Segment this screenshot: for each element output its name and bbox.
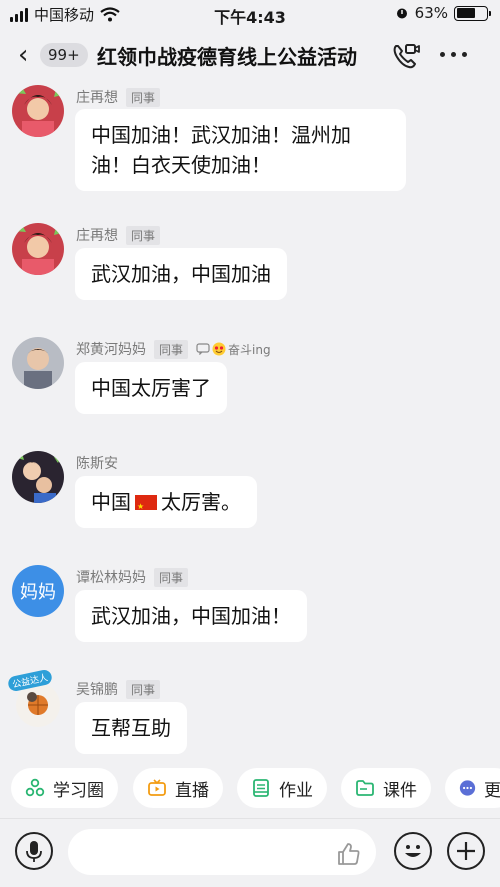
chip-label: 学习圈 bbox=[53, 780, 104, 801]
china-flag-icon bbox=[135, 492, 157, 522]
chip-live[interactable]: 直播 bbox=[133, 768, 223, 808]
sender-row: 吴锦鹏 同事 bbox=[76, 679, 161, 699]
role-tag: 同事 bbox=[154, 567, 189, 587]
sender-row: 庄再想 同事 bbox=[76, 87, 161, 107]
battery-fill bbox=[456, 8, 475, 18]
avatar[interactable] bbox=[12, 223, 64, 275]
chip-label: 作业 bbox=[279, 780, 313, 801]
avatar[interactable]: 公益达人 bbox=[6, 668, 64, 729]
sender-name: 庄再想 bbox=[76, 228, 118, 244]
message-input[interactable] bbox=[68, 829, 376, 875]
sender-row: 庄再想 同事 bbox=[76, 225, 161, 245]
voice-button[interactable] bbox=[15, 832, 53, 870]
sender-name: 吴锦鹏 bbox=[76, 682, 118, 698]
sender-row: 陈斯安 bbox=[76, 453, 118, 473]
message-bubble[interactable]: 中国加油！武汉加油！温州加油！白衣天使加油！ bbox=[75, 109, 406, 191]
unread-badge[interactable]: 99+ bbox=[40, 43, 88, 67]
smiley-icon bbox=[405, 845, 421, 857]
more-options-icon[interactable] bbox=[440, 52, 467, 57]
video-call-icon[interactable] bbox=[390, 40, 422, 72]
avatar[interactable] bbox=[12, 337, 64, 389]
avatar[interactable] bbox=[12, 85, 64, 137]
shortcut-bar: 学习圈 直播 作业 课件 更 bbox=[0, 760, 500, 818]
message-text-after: 太厉害。 bbox=[161, 490, 241, 514]
back-chevron-icon[interactable]: ‹ bbox=[18, 42, 28, 68]
live-tv-icon bbox=[148, 779, 166, 796]
circle-triad-icon bbox=[25, 778, 45, 797]
thumbs-up-icon[interactable] bbox=[336, 841, 362, 867]
message-bubble[interactable]: 武汉加油，中国加油！ bbox=[75, 590, 307, 642]
chip-label: 更 bbox=[484, 780, 500, 801]
add-button[interactable] bbox=[447, 832, 485, 870]
input-bar bbox=[0, 818, 500, 887]
message-bubble[interactable]: 武汉加油，中国加油 bbox=[75, 248, 287, 300]
nav-bar: ‹ 99+ 红领巾战疫德育线上公益活动 bbox=[0, 28, 500, 83]
emoji-button[interactable] bbox=[394, 832, 432, 870]
sender-name: 庄再想 bbox=[76, 90, 118, 106]
sender-row: 郑黄河妈妈 同事 奋斗ing bbox=[76, 339, 271, 359]
message-bubble[interactable]: 中国 太厉害。 bbox=[75, 476, 257, 528]
chip-courseware[interactable]: 课件 bbox=[341, 768, 431, 808]
avatar-text: 妈妈 bbox=[20, 582, 56, 603]
more-dots-icon bbox=[459, 780, 476, 796]
status-bar: 中国移动 下午4:43 63% bbox=[0, 0, 500, 28]
chip-homework[interactable]: 作业 bbox=[237, 768, 327, 808]
chip-label: 直播 bbox=[175, 780, 209, 801]
alarm-icon bbox=[396, 8, 407, 19]
chip-label: 课件 bbox=[383, 780, 417, 801]
battery-icon bbox=[454, 5, 491, 21]
user-status: 奋斗ing bbox=[196, 341, 271, 358]
status-right: 63% bbox=[395, 4, 491, 22]
homework-book-icon bbox=[253, 779, 269, 797]
role-tag: 同事 bbox=[126, 225, 161, 245]
message-text-before: 中国 bbox=[91, 490, 131, 514]
message-bubble[interactable]: 互帮互助 bbox=[75, 702, 187, 754]
battery-percent: 63% bbox=[414, 4, 448, 22]
page-title: 红领巾战疫德育线上公益活动 bbox=[97, 45, 357, 69]
sender-name: 陈斯安 bbox=[76, 456, 118, 472]
microphone-icon bbox=[26, 841, 42, 862]
status-text: 奋斗ing bbox=[228, 342, 271, 357]
chip-study-circle[interactable]: 学习圈 bbox=[11, 768, 118, 808]
message-bubble[interactable]: 中国太厉害了 bbox=[75, 362, 227, 414]
sender-row: 谭松林妈妈 同事 bbox=[76, 567, 189, 587]
avatar[interactable]: 妈妈 bbox=[12, 565, 64, 617]
role-tag: 同事 bbox=[126, 679, 161, 699]
plus-icon bbox=[457, 842, 475, 860]
sender-name: 谭松林妈妈 bbox=[76, 570, 146, 586]
chat-bubble-icon bbox=[196, 343, 210, 355]
role-tag: 同事 bbox=[154, 339, 189, 359]
role-tag: 同事 bbox=[126, 87, 161, 107]
avatar[interactable] bbox=[12, 451, 64, 503]
chip-more[interactable]: 更 bbox=[445, 768, 500, 808]
sender-name: 郑黄河妈妈 bbox=[76, 342, 146, 358]
folder-icon bbox=[356, 780, 374, 796]
chat-list[interactable]: 庄再想 同事 中国加油！武汉加油！温州加油！白衣天使加油！ 庄再想 同事 武汉加… bbox=[0, 83, 500, 760]
heart-eyes-emoji-icon bbox=[212, 342, 226, 356]
